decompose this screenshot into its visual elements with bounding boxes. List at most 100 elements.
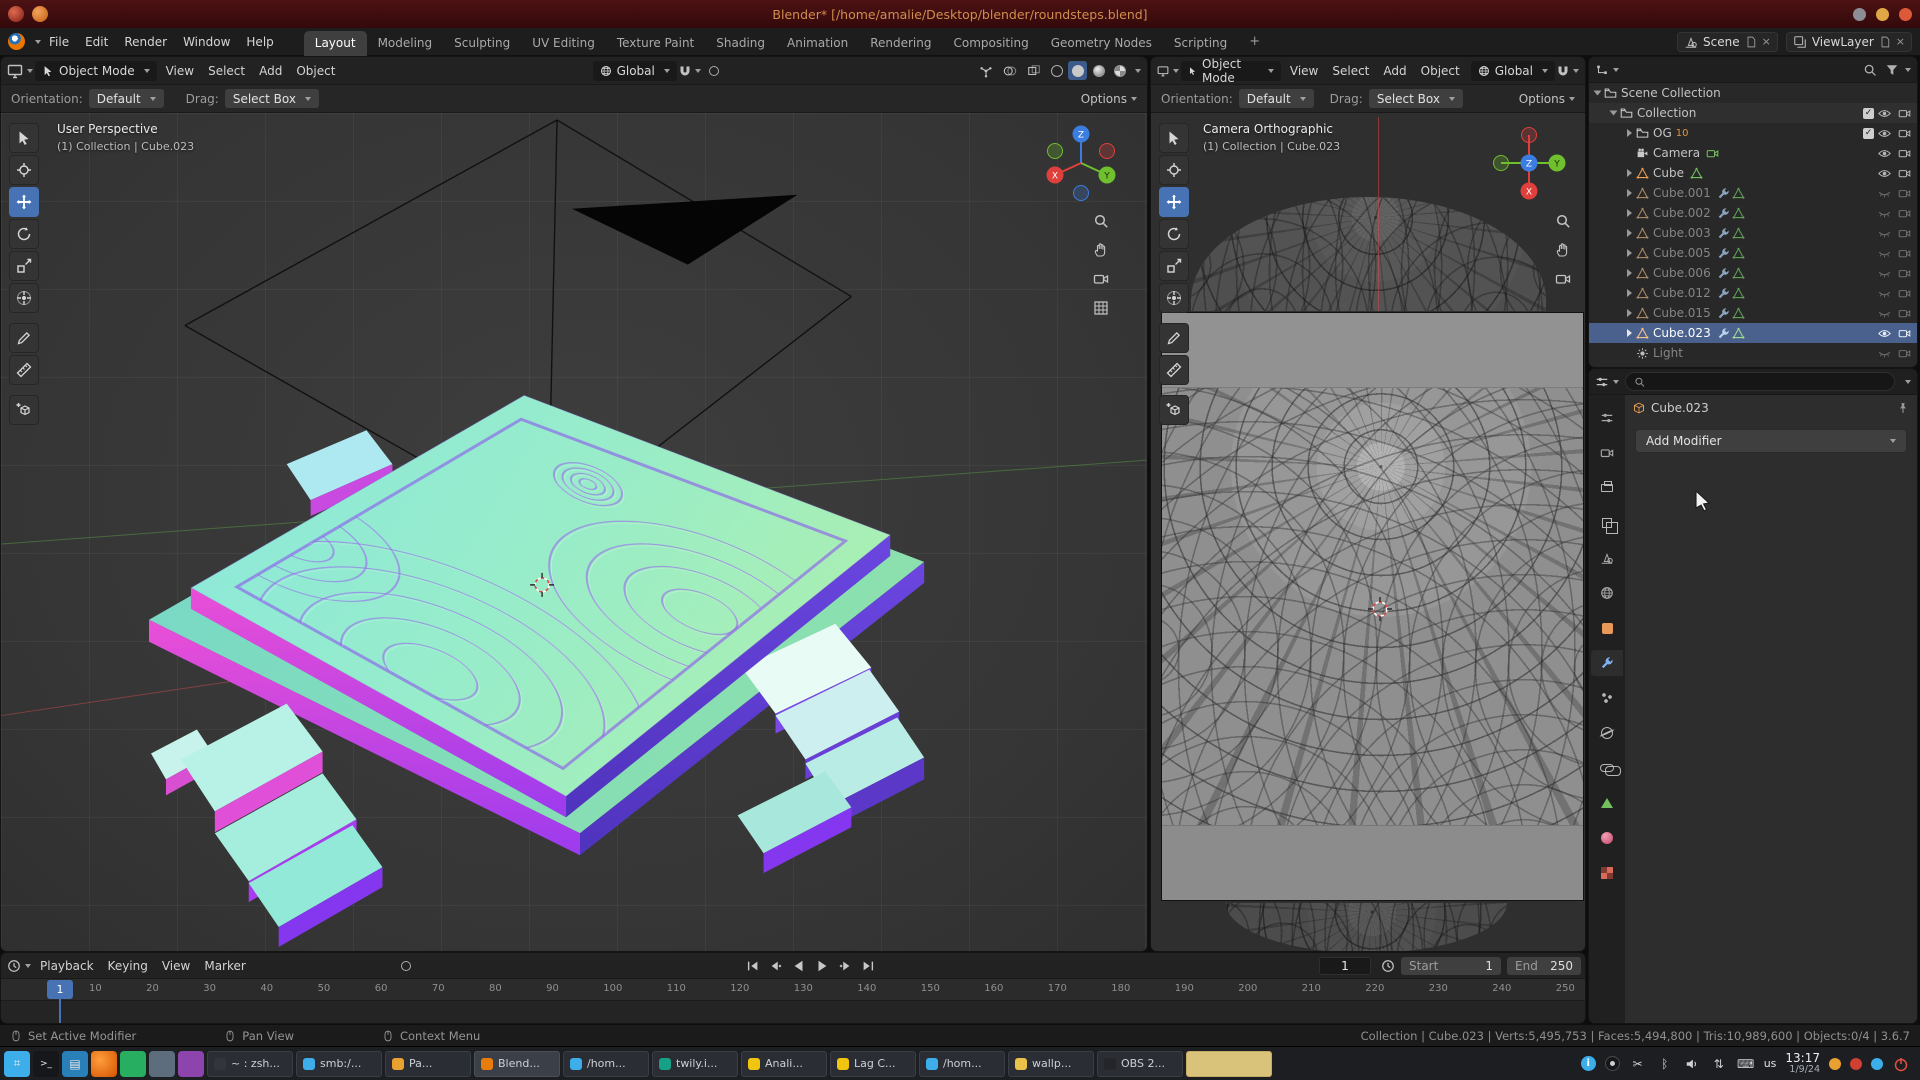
viewport-right-canvas[interactable]: Camera Orthographic (1) Collection | Cub… (1151, 113, 1585, 951)
timeline-ruler[interactable]: 1020304050607080901001101201301401501601… (1, 979, 1585, 1001)
new-viewlayer-icon[interactable] (1879, 36, 1891, 48)
render-visibility-icon[interactable] (1898, 347, 1911, 360)
menubar-menu[interactable]: Render (116, 35, 175, 49)
tab-view-layer[interactable] (1591, 510, 1623, 536)
drag-dropdown[interactable]: Select Box (225, 89, 319, 108)
collection-checkbox[interactable]: ✓ (1863, 128, 1874, 139)
timeline-menu[interactable]: View (155, 959, 197, 973)
render-visibility-icon[interactable] (1898, 187, 1911, 200)
taskbar-window-button[interactable]: twily.i... (652, 1051, 738, 1077)
viewport-menu[interactable]: Add (252, 64, 289, 78)
mesh-object-roundsteps[interactable] (1, 113, 1147, 951)
tool-annotate[interactable] (9, 323, 39, 353)
keyboard-layout-indicator[interactable]: us (1764, 1057, 1777, 1070)
tool-transform[interactable] (1159, 283, 1189, 313)
hide-eye-icon[interactable] (1878, 327, 1891, 340)
tool-measure[interactable] (9, 355, 39, 385)
gizmos-toggle[interactable] (975, 61, 997, 81)
outliner-row-cube-006[interactable]: Cube.006 (1589, 263, 1917, 283)
next-keyframe-button[interactable] (835, 956, 855, 976)
tab-object-data[interactable] (1591, 790, 1623, 816)
taskbar-window-button[interactable]: smb:/... (296, 1051, 382, 1077)
keyboard-tray-icon[interactable]: ⌨ (1737, 1055, 1755, 1073)
menubar-menu[interactable]: File (41, 35, 77, 49)
launcher-icon[interactable] (178, 1051, 204, 1077)
hide-eye-icon[interactable] (1878, 367, 1891, 368)
tool-measure[interactable] (1159, 355, 1189, 385)
tray-notification-icon[interactable] (1829, 1058, 1841, 1070)
tool-scale[interactable] (9, 251, 39, 281)
hide-eye-icon[interactable] (1878, 147, 1891, 160)
tool-annotate[interactable] (1159, 323, 1189, 353)
camera-view-icon[interactable] (1093, 271, 1109, 287)
tool-cursor[interactable] (9, 155, 39, 185)
tool-move[interactable] (1159, 187, 1189, 217)
outliner-row-cube[interactable]: Cube (1589, 163, 1917, 183)
hide-eye-icon[interactable] (1878, 107, 1891, 120)
tab-tool[interactable] (1591, 405, 1623, 431)
playhead[interactable]: 1 (47, 980, 73, 999)
viewport-left-canvas[interactable]: User Perspective (1) Collection | Cube.0… (1, 113, 1147, 951)
auto-keyframe-toggle[interactable] (395, 956, 417, 976)
tool-scale[interactable] (1159, 251, 1189, 281)
outliner-row-cube-015[interactable]: Cube.015 (1589, 303, 1917, 323)
camera-view-icon[interactable] (1555, 271, 1571, 287)
collection-checkbox[interactable]: ✓ (1863, 108, 1874, 119)
render-visibility-icon[interactable] (1898, 327, 1911, 340)
render-visibility-icon[interactable] (1898, 107, 1911, 120)
menubar-menu[interactable]: Edit (77, 35, 116, 49)
render-visibility-icon[interactable] (1898, 307, 1911, 320)
menubar-menu[interactable]: Window (175, 35, 238, 49)
tool-cursor[interactable] (1159, 155, 1189, 185)
outliner-row-cube-002[interactable]: Cube.002 (1589, 203, 1917, 223)
prev-keyframe-button[interactable] (766, 956, 786, 976)
info-tray-icon[interactable]: i (1581, 1056, 1596, 1071)
workspace-tab[interactable]: Sculpting (443, 31, 521, 56)
taskbar-window-button[interactable]: wallp... (1008, 1051, 1094, 1077)
zoom-icon[interactable] (1093, 213, 1109, 229)
viewport-menu[interactable]: View (159, 64, 201, 78)
viewport-menu[interactable]: Object (289, 64, 342, 78)
hide-eye-icon[interactable] (1878, 127, 1891, 140)
grid-toggle-icon[interactable] (1093, 300, 1109, 316)
taskbar-window-button[interactable]: Lag C... (830, 1051, 916, 1077)
preview-range-icon[interactable] (1377, 956, 1399, 976)
overlays-toggle[interactable] (999, 61, 1021, 81)
tab-render[interactable] (1591, 440, 1623, 466)
scene-selector[interactable]: Scene × (1677, 32, 1778, 52)
properties-search[interactable] (1625, 372, 1895, 391)
shading-rendered-button[interactable] (1110, 61, 1129, 80)
editor-type-icon[interactable] (1157, 61, 1179, 81)
editor-type-icon[interactable] (7, 61, 33, 81)
outliner-row-plane[interactable]: Plane (1589, 363, 1917, 367)
display-mode-chevron-icon[interactable] (1905, 68, 1911, 72)
play-button[interactable] (812, 956, 832, 976)
tool-add-cube[interactable] (1159, 395, 1189, 425)
outliner-row-cube-003[interactable]: Cube.003 (1589, 223, 1917, 243)
shading-material-button[interactable] (1089, 61, 1108, 80)
options-dropdown[interactable]: Options (1519, 89, 1575, 109)
outliner-row-cube-001[interactable]: Cube.001 (1589, 183, 1917, 203)
editor-type-icon[interactable] (1595, 372, 1619, 392)
unlink-scene-icon[interactable]: × (1762, 35, 1771, 48)
hide-eye-icon[interactable] (1878, 307, 1891, 320)
pin-icon[interactable] (1897, 402, 1909, 414)
tab-world[interactable] (1591, 580, 1623, 606)
files-launcher-icon[interactable]: ▤ (62, 1051, 88, 1077)
tool-rotate[interactable] (1159, 219, 1189, 249)
workspace-tab[interactable]: Modeling (367, 31, 444, 56)
taskbar-window-button[interactable] (1186, 1051, 1272, 1077)
outliner-row-cube-005[interactable]: Cube.005 (1589, 243, 1917, 263)
network-icon[interactable]: ⇅ (1710, 1055, 1728, 1073)
new-scene-icon[interactable] (1745, 36, 1757, 48)
pan-hand-icon[interactable] (1555, 242, 1571, 258)
workspace-tab[interactable]: Geometry Nodes (1040, 31, 1163, 56)
outliner-row-cube-012[interactable]: Cube.012 (1589, 283, 1917, 303)
tool-move[interactable] (9, 187, 39, 217)
hide-eye-icon[interactable] (1878, 207, 1891, 220)
jump-to-end-button[interactable] (858, 956, 878, 976)
tray-notification-icon[interactable] (1871, 1058, 1883, 1070)
tab-scene[interactable] (1591, 545, 1623, 571)
render-visibility-icon[interactable] (1898, 167, 1911, 180)
tab-output[interactable] (1591, 475, 1623, 501)
